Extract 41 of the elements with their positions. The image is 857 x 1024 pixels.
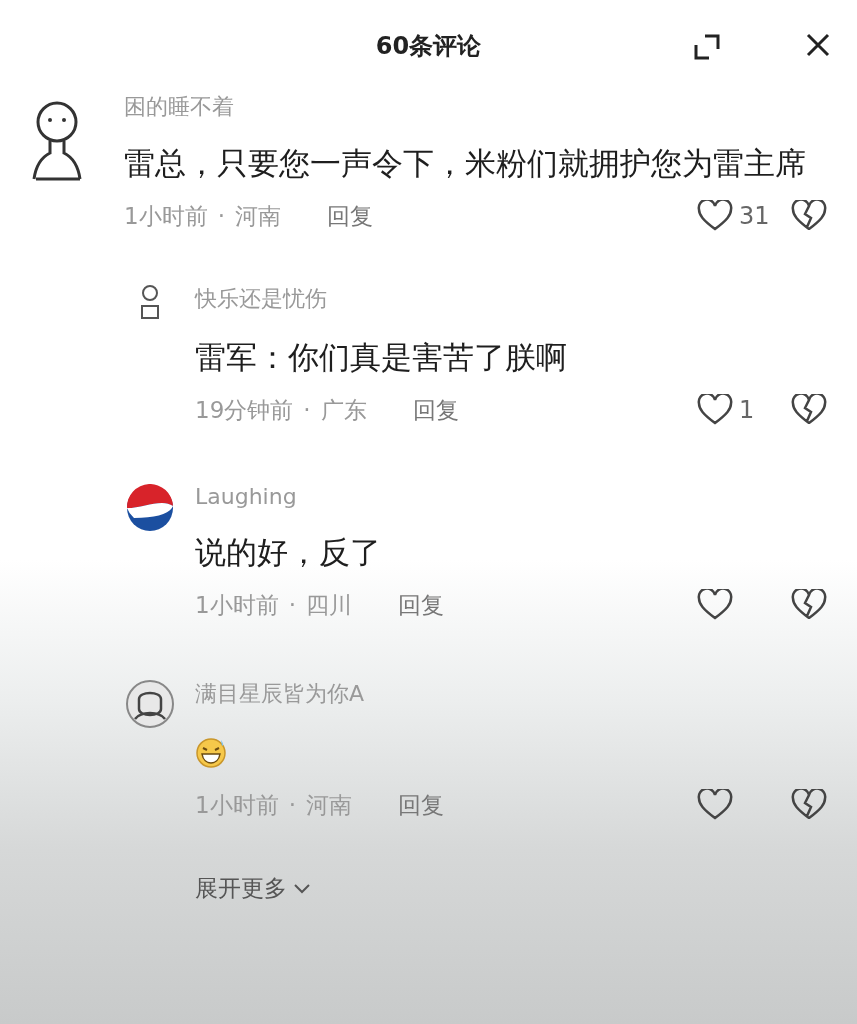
reply-link[interactable]: 回复 <box>326 200 373 232</box>
heart-icon[interactable] <box>697 394 733 426</box>
username[interactable]: 快乐还是忧伤 <box>195 284 827 314</box>
reply-link[interactable]: 回复 <box>397 789 444 821</box>
comment-text: 雷总，只要您一声令下，米粉们就拥护您为雷主席 <box>124 144 807 183</box>
comment-text: 说的好，反了 <box>195 533 382 572</box>
comment-location: 河南 <box>234 201 281 231</box>
comment-location: 广东 <box>320 395 367 425</box>
username[interactable]: 困的睡不着 <box>124 92 827 122</box>
comment-location: 四川 <box>305 590 352 620</box>
username[interactable]: Laughing <box>195 484 827 509</box>
comment-location: 河南 <box>305 790 352 820</box>
username[interactable]: 满目星辰皆为你A <box>195 679 827 709</box>
expand-icon[interactable] <box>692 32 722 62</box>
comment-text: 雷军：你们真是害苦了朕啊 <box>195 338 568 377</box>
caret-icon <box>293 882 311 895</box>
comment-time: 1小时前 <box>195 790 279 820</box>
heart-icon[interactable] <box>697 789 733 821</box>
broken-heart-icon[interactable] <box>791 789 827 821</box>
comment-time: 1小时前 <box>124 201 208 231</box>
avatar-sketch-icon[interactable] <box>125 679 175 729</box>
broken-heart-icon[interactable] <box>791 200 827 232</box>
like-count: 1 <box>739 396 755 424</box>
broken-heart-icon[interactable] <box>791 589 827 621</box>
close-icon[interactable] <box>805 32 831 58</box>
comment-time: 19分钟前 <box>195 395 294 425</box>
heart-icon[interactable] <box>697 589 733 621</box>
comment-time: 1小时前 <box>195 590 279 620</box>
panel-title: 60条评论 <box>375 32 482 60</box>
grinning-emoji-icon <box>195 736 227 768</box>
reply-link[interactable]: 回复 <box>412 394 459 426</box>
heart-icon[interactable] <box>697 200 733 232</box>
separator-dot: · <box>288 592 296 618</box>
like-count: 31 <box>739 202 770 230</box>
expand-more-button[interactable]: 展开更多 <box>195 873 311 904</box>
separator-dot: · <box>217 203 225 229</box>
separator-dot: · <box>303 397 311 423</box>
broken-heart-icon[interactable] <box>791 394 827 426</box>
separator-dot: · <box>288 792 296 818</box>
avatar-logo-icon[interactable] <box>126 484 174 532</box>
reply-link[interactable]: 回复 <box>397 589 444 621</box>
